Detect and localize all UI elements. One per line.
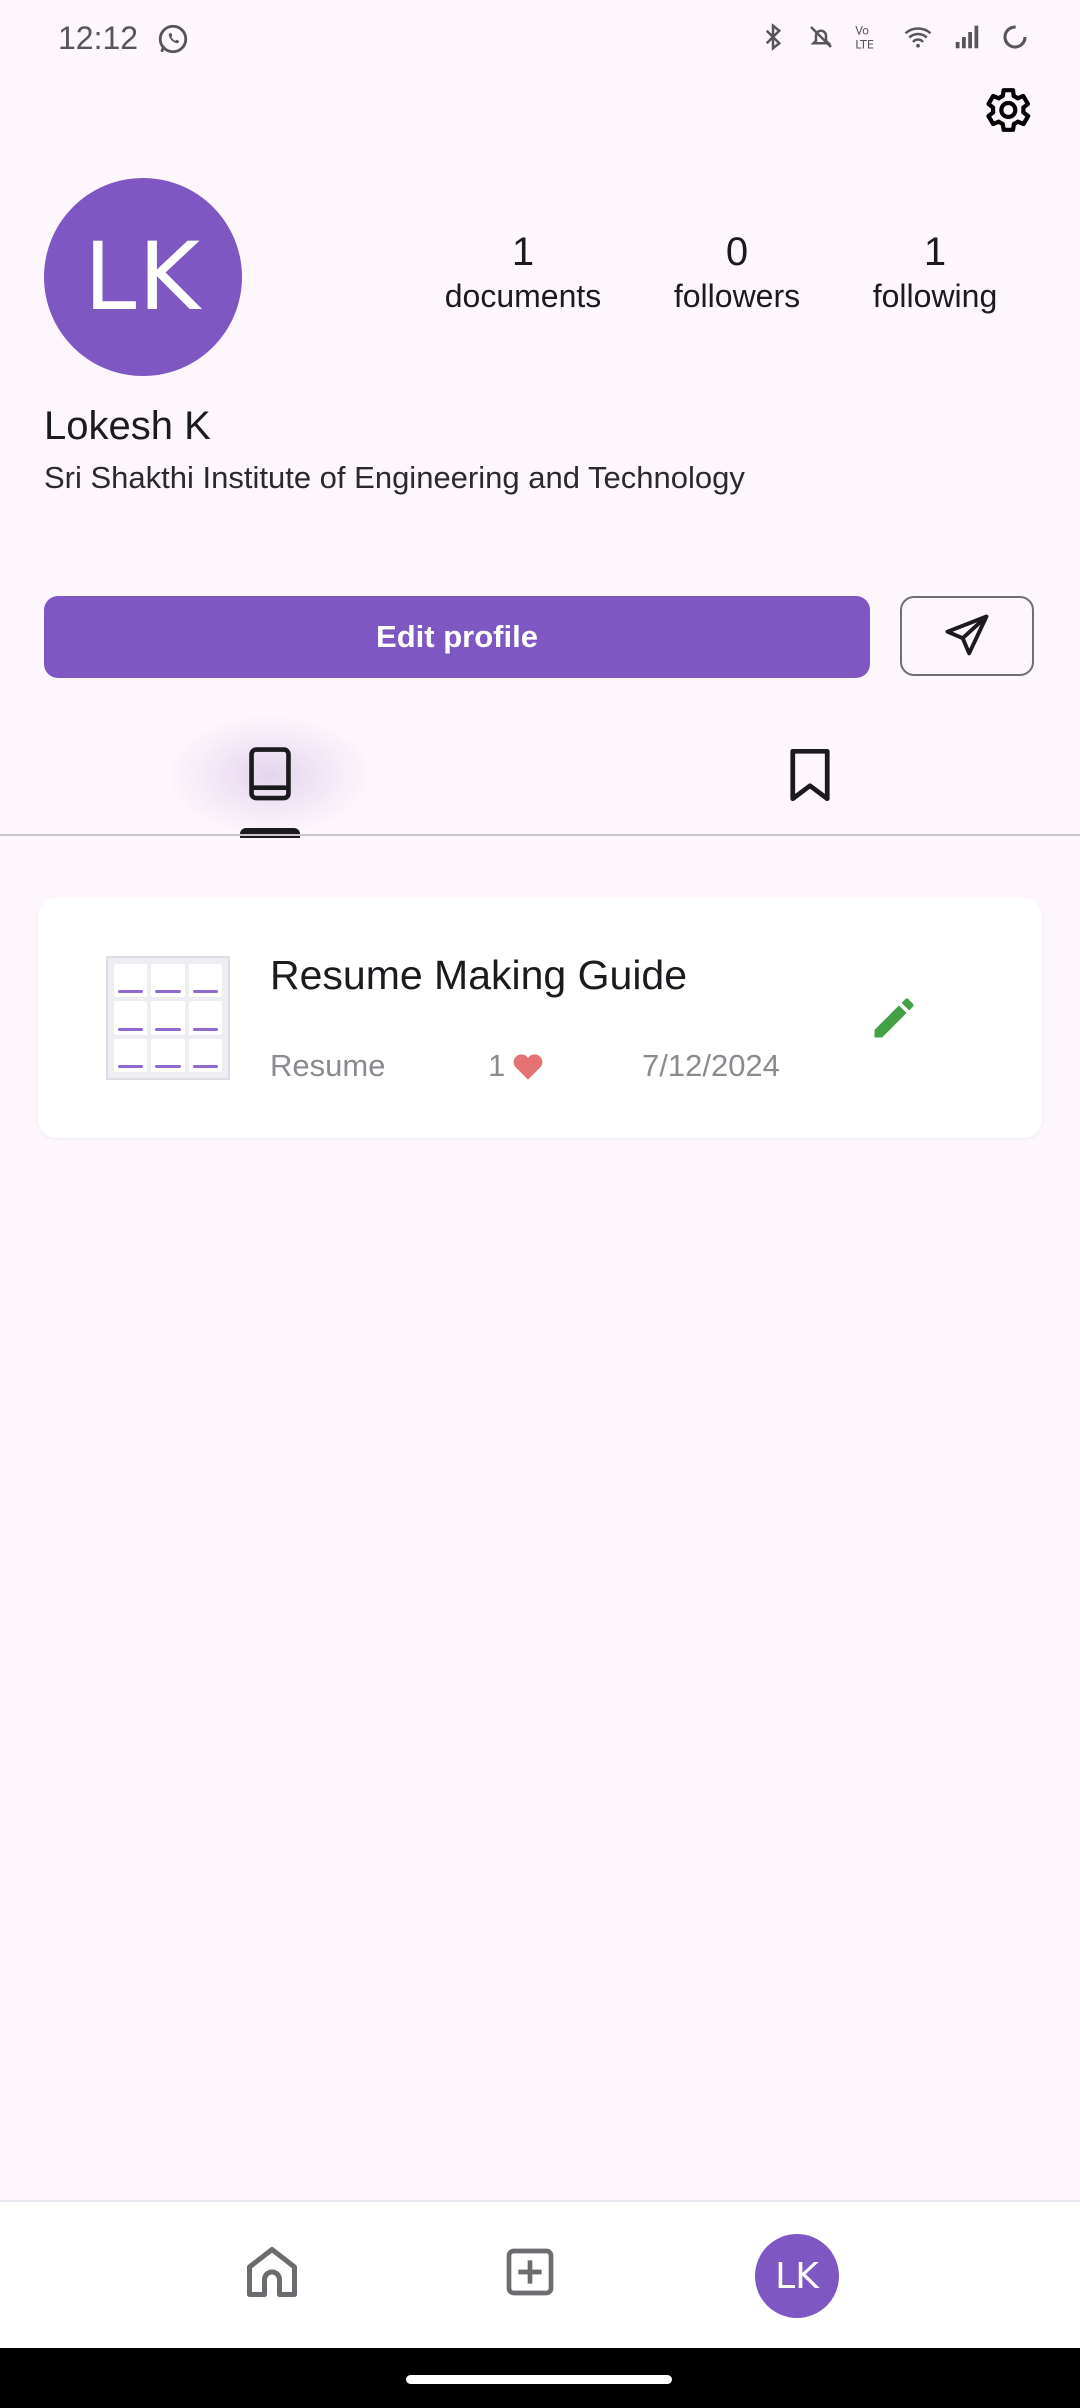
heart-icon [513, 1054, 543, 1080]
svg-text:Vo: Vo [855, 25, 869, 38]
bookmark-icon [790, 748, 830, 802]
document-thumbnail[interactable] [106, 956, 230, 1080]
volte-icon: Vo LTE [854, 22, 884, 52]
document-title[interactable]: Resume Making Guide [270, 952, 687, 999]
signal-icon [952, 22, 982, 52]
profile-institute: Sri Shakthi Institute of Engineering and… [44, 460, 745, 495]
document-category: Resume [270, 1048, 386, 1083]
edit-profile-button[interactable]: Edit profile [44, 596, 870, 678]
likes-count: 1 [488, 1048, 506, 1083]
bluetooth-icon [758, 22, 788, 52]
nav-profile-avatar[interactable]: LK [755, 2234, 839, 2318]
book-icon [249, 747, 291, 801]
add-box-icon [506, 2248, 554, 2296]
status-icons: Vo LTE [758, 22, 1030, 52]
gesture-handle[interactable] [406, 2375, 672, 2384]
gear-icon [986, 88, 1031, 132]
edit-document-button[interactable] [866, 990, 922, 1046]
share-button[interactable] [900, 596, 1034, 676]
tab-documents[interactable] [170, 716, 370, 834]
stat-followers[interactable]: 0 followers [642, 228, 832, 316]
followers-label: followers [673, 278, 801, 314]
followers-count: 0 [725, 230, 749, 274]
tab-divider [0, 834, 1080, 836]
profile-avatar[interactable]: LK [44, 178, 242, 376]
tab-saved[interactable] [760, 716, 860, 834]
svg-text:LTE: LTE [855, 38, 874, 51]
documents-count: 1 [511, 230, 535, 274]
following-count: 1 [923, 230, 947, 274]
wifi-icon [902, 22, 934, 52]
stat-documents[interactable]: 1 documents [428, 228, 618, 316]
document-likes[interactable]: 1 [488, 1048, 545, 1084]
battery-loading-icon [1000, 22, 1030, 52]
nav-add[interactable] [498, 2240, 562, 2304]
pencil-icon [874, 998, 914, 1038]
tab-indicator [240, 828, 300, 838]
documents-label: documents [444, 278, 602, 314]
stat-following[interactable]: 1 following [840, 228, 1030, 316]
following-label: following [872, 278, 998, 314]
profile-name: Lokesh K [44, 404, 211, 448]
status-time: 12:12 [58, 20, 139, 56]
document-date: 7/12/2024 [642, 1048, 780, 1083]
home-icon [247, 2247, 297, 2297]
mute-bell-icon [806, 22, 836, 52]
whatsapp-icon [156, 22, 190, 61]
settings-button[interactable] [974, 78, 1038, 142]
send-icon [945, 614, 989, 656]
nav-home[interactable] [240, 2240, 304, 2304]
